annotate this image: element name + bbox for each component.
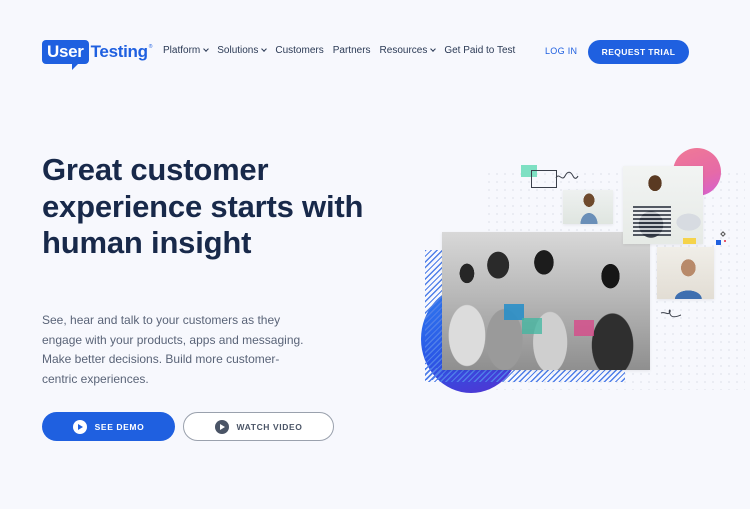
nav-item-customers[interactable]: Customers <box>275 45 323 56</box>
chat-bubble-icon <box>531 170 557 188</box>
watch-video-button[interactable]: WATCH VIDEO <box>183 412 334 441</box>
hero-illustration <box>415 140 750 400</box>
usertesting-logo[interactable]: User Testing ® <box>42 39 153 70</box>
watch-video-label: WATCH VIDEO <box>236 421 303 432</box>
red-dot-decoration <box>724 240 726 242</box>
sticky-note-yellow <box>683 238 696 244</box>
man-with-headset-smiling-photo <box>657 247 714 299</box>
hero-title: Great customer experience starts with hu… <box>42 152 364 260</box>
blue-square-decoration <box>716 240 721 245</box>
diagonal-hatch-left <box>425 250 443 380</box>
nav-label: Customers <box>275 45 324 56</box>
nav-label: Platform <box>163 45 201 56</box>
main-nav: Platform Solutions Customers Partners Re… <box>163 45 524 56</box>
chevron-down-icon <box>203 46 210 52</box>
nav-item-resources[interactable]: Resources <box>379 45 437 56</box>
squiggle-decoration <box>555 171 579 179</box>
nav-label: Resources <box>379 45 428 56</box>
play-circle-icon <box>214 419 229 434</box>
team-collaborating-photo <box>442 232 650 370</box>
logo-user-bubble: User <box>42 40 89 70</box>
man-with-headphones-laptop-photo <box>623 166 703 244</box>
login-link[interactable]: LOG IN <box>545 46 577 56</box>
play-circle-icon <box>72 419 87 434</box>
hero-subtitle: See, hear and talk to your customers as … <box>42 313 304 386</box>
nav-label: Partners <box>332 45 371 56</box>
squiggle-decoration <box>660 309 682 318</box>
nav-item-partners[interactable]: Partners <box>333 45 371 56</box>
see-demo-button[interactable]: SEE DEMO <box>42 412 175 441</box>
sticky-note-blue <box>504 304 524 320</box>
nav-item-platform[interactable]: Platform <box>163 45 210 56</box>
nav-item-solutions[interactable]: Solutions <box>217 45 268 56</box>
chevron-down-icon <box>430 46 437 52</box>
nav-label: Get Paid to Test <box>444 45 516 56</box>
sticky-note-teal <box>522 318 542 334</box>
request-trial-button[interactable]: REQUEST TRIAL <box>588 40 689 64</box>
logo-testing-text: Testing <box>90 42 148 61</box>
woman-with-phone-photo <box>563 190 613 224</box>
sticky-note-pink <box>574 320 594 336</box>
site-header: User Testing ® Platform Solutions Custom… <box>0 0 750 100</box>
see-demo-label: SEE DEMO <box>94 421 145 432</box>
chevron-down-icon <box>261 46 268 52</box>
diagonal-hatch-bottom <box>425 368 625 382</box>
nav-item-get-paid-to-test[interactable]: Get Paid to Test <box>444 45 515 56</box>
nav-label: Solutions <box>217 45 259 56</box>
logo-registered-mark: ® <box>148 44 153 50</box>
